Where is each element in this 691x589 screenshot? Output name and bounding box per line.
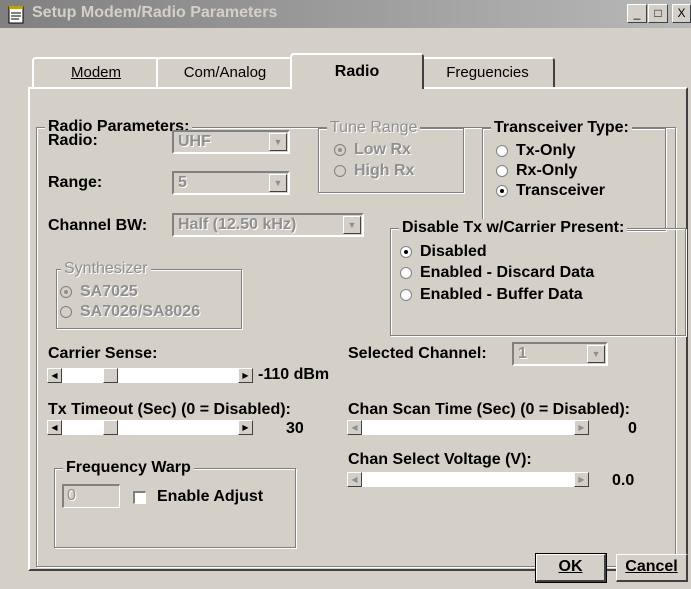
radio-label: Radio: — [48, 132, 98, 149]
radio-enabled-discard[interactable]: Enabled - Discard Data — [400, 264, 594, 282]
tx-timeout-label: Tx Timeout (Sec) (0 = Disabled): — [48, 401, 291, 418]
carrier-sense-label: Carrier Sense: — [48, 345, 158, 362]
radio-enabled-buffer[interactable]: Enabled - Buffer Data — [400, 286, 583, 304]
chan-scan-time-slider: ◀ ▶ — [346, 419, 590, 436]
carrier-sense-value: -110 dBm — [258, 366, 330, 383]
selected-channel-select: 1 ▼ — [512, 342, 608, 366]
radio-select: UHF ▼ — [172, 130, 290, 154]
frequency-warp-label: Frequency Warp — [63, 459, 194, 477]
tab-frequencies[interactable]: Freguencies — [420, 57, 555, 87]
tab-radio[interactable]: Radio — [290, 53, 424, 89]
enable-adjust-checkbox[interactable] — [133, 491, 146, 504]
enable-adjust-label: Enable Adjust — [157, 488, 264, 505]
scroll-right-icon[interactable]: ▶ — [238, 420, 253, 435]
frequency-warp-group: Frequency Warp — [54, 459, 296, 548]
chan-select-voltage-label: Chan Select Voltage (V): — [348, 451, 532, 468]
window-title: Setup Modem/Radio Parameters — [32, 4, 278, 21]
slider-thumb[interactable] — [103, 368, 118, 383]
chevron-down-icon: ▼ — [587, 345, 605, 363]
tx-timeout-value: 30 — [286, 420, 304, 437]
scroll-right-icon: ▶ — [574, 420, 589, 435]
range-label: Range: — [48, 174, 103, 191]
close-button[interactable]: X — [672, 4, 691, 23]
dialog-body: Modem Com/Analog Radio Freguencies Radio… — [0, 28, 691, 589]
radio-disabled[interactable]: Disabled — [400, 243, 487, 261]
synthesizer-label: Synthesizer — [61, 260, 151, 278]
tab-com-analog[interactable]: Com/Analog — [156, 57, 294, 87]
tune-range-label: Tune Range — [327, 119, 421, 137]
chan-select-voltage-slider: ◀ ▶ — [346, 471, 590, 488]
disable-tx-label: Disable Tx w/Carrier Present: — [399, 219, 628, 237]
maximize-button[interactable]: □ — [648, 4, 668, 23]
scroll-left-icon[interactable]: ◀ — [47, 420, 62, 435]
radio-high-rx: High Rx — [334, 162, 414, 180]
channel-bw-select: Half (12.50 kHz) ▼ — [172, 213, 364, 237]
transceiver-type-label: Transceiver Type: — [491, 119, 632, 137]
scroll-right-icon[interactable]: ▶ — [238, 368, 253, 383]
carrier-sense-slider[interactable]: ◀ ▶ — [46, 367, 254, 384]
title-bar: Setup Modem/Radio Parameters _ □ X — [0, 0, 691, 28]
ok-button[interactable]: OK — [535, 553, 607, 583]
chevron-down-icon: ▼ — [269, 133, 287, 151]
radio-rx-only[interactable]: Rx-Only — [496, 162, 577, 180]
chevron-down-icon: ▼ — [269, 174, 287, 192]
scroll-left-icon: ◀ — [347, 472, 362, 487]
selected-channel-label: Selected Channel: — [348, 345, 487, 362]
tx-timeout-slider[interactable]: ◀ ▶ — [46, 419, 254, 436]
channel-bw-label: Channel BW: — [48, 217, 148, 234]
tune-range-group: Tune Range — [318, 119, 464, 193]
chevron-down-icon: ▼ — [343, 216, 361, 234]
range-select: 5 ▼ — [172, 171, 290, 195]
radio-tx-only[interactable]: Tx-Only — [496, 142, 576, 160]
radio-low-rx: Low Rx — [334, 141, 411, 159]
scroll-right-icon: ▶ — [574, 472, 589, 487]
chan-select-voltage-value: 0.0 — [612, 472, 635, 489]
cancel-button[interactable]: Cancel — [616, 554, 688, 582]
dialog-window: Setup Modem/Radio Parameters _ □ X Modem… — [0, 0, 691, 589]
tab-modem[interactable]: Modem — [32, 57, 160, 87]
scroll-left-icon: ◀ — [347, 420, 362, 435]
notepad-icon — [8, 6, 24, 24]
frequency-warp-input: 0 — [62, 484, 120, 508]
minimize-button[interactable]: _ — [627, 4, 647, 23]
slider-thumb[interactable] — [103, 420, 118, 435]
chan-scan-time-value: 0 — [628, 420, 637, 437]
radio-transceiver[interactable]: Transceiver — [496, 182, 605, 200]
chan-scan-time-label: Chan Scan Time (Sec) (0 = Disabled): — [348, 401, 631, 418]
radio-sa7025: SA7025 — [60, 283, 138, 301]
scroll-left-icon[interactable]: ◀ — [47, 368, 62, 383]
radio-sa7026: SA7026/SA8026 — [60, 303, 200, 321]
